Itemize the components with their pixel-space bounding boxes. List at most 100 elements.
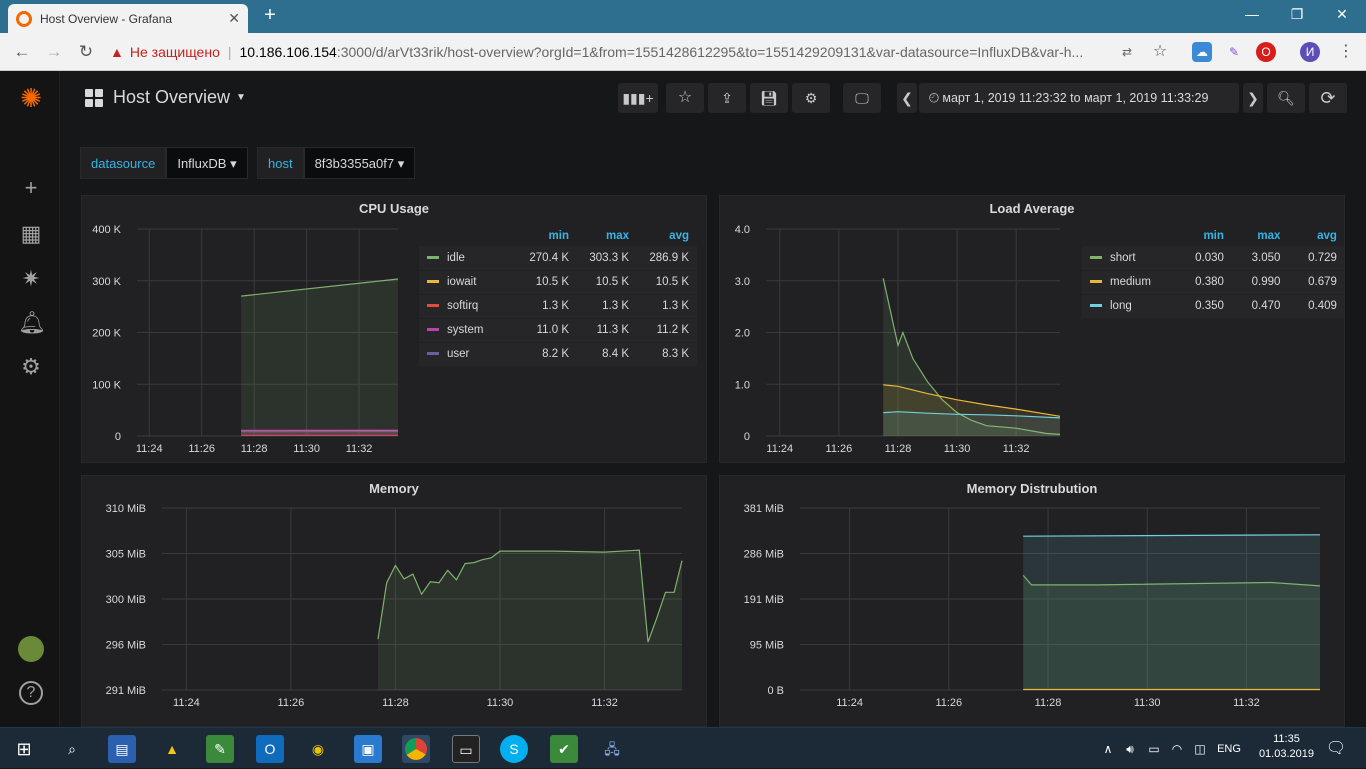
- memory-panel[interactable]: Memory 310 MiB305 MiB300 MiB296 MiB291 M…: [81, 475, 707, 727]
- maximize-button[interactable]: ❐: [1282, 6, 1312, 23]
- legend-max-value: 0.470: [1224, 294, 1281, 318]
- legend-series-name[interactable]: user: [419, 342, 509, 366]
- dashboard-title-picker[interactable]: Host Overview ▼: [85, 87, 246, 108]
- outlook-icon[interactable]: O: [256, 735, 284, 763]
- network-icon[interactable]: ◫: [1186, 735, 1214, 763]
- search-icon[interactable]: ⌕: [58, 735, 86, 763]
- cpu-usage-panel[interactable]: CPU Usage 400 K300 K200 K100 K011:2411:2…: [81, 195, 707, 463]
- add-panel-button[interactable]: ▮▮▮+: [618, 83, 658, 113]
- save-button[interactable]: 💾︎: [750, 83, 788, 113]
- notepad-app-icon[interactable]: ✎: [206, 735, 234, 763]
- tab-title: Host Overview - Grafana: [40, 12, 228, 26]
- system-clock[interactable]: 11:35 01.03.2019: [1259, 732, 1314, 762]
- legend-header-avg[interactable]: avg: [629, 226, 689, 246]
- skype-icon[interactable]: S: [500, 735, 528, 763]
- star-dashboard-button[interactable]: ☆: [666, 83, 704, 113]
- explorer-icon[interactable]: ▣: [354, 735, 382, 763]
- legend-series-name[interactable]: softirq: [419, 294, 509, 318]
- time-forward-button[interactable]: ❯: [1243, 83, 1263, 113]
- url-input[interactable]: ▲ Не защищено | 10.186.106.154 :3000/d/a…: [110, 37, 1180, 67]
- pen-extension-icon[interactable]: ✎: [1224, 42, 1244, 62]
- time-back-button[interactable]: ❮: [897, 83, 917, 113]
- refresh-button[interactable]: ⟳: [1309, 83, 1347, 113]
- url-path: :3000/d/arVt33rik/host-overview?orgId=1&…: [337, 44, 1083, 60]
- create-icon[interactable]: +: [18, 175, 44, 201]
- legend-series-name[interactable]: system: [419, 318, 509, 342]
- profile-avatar[interactable]: И: [1300, 42, 1320, 62]
- new-tab-button[interactable]: +: [258, 4, 282, 27]
- legend-header-min[interactable]: min: [1167, 226, 1224, 246]
- settings-button[interactable]: ⚙: [792, 83, 830, 113]
- app-icon[interactable]: ◉: [304, 735, 332, 763]
- terminal-icon[interactable]: ▭: [452, 735, 480, 763]
- caret-down-icon: ▼: [236, 92, 246, 103]
- tv-mode-button[interactable]: 🖵︎: [843, 83, 881, 113]
- memory-used-area: [378, 550, 682, 690]
- x-tick-label: 11:30: [944, 443, 971, 455]
- x-tick-label: 11:32: [346, 443, 373, 455]
- legend-min-value: 10.5 K: [509, 270, 569, 294]
- variable-value[interactable]: 8f3b3355a0f7 ▾: [304, 147, 416, 179]
- forward-icon[interactable]: →: [42, 42, 66, 62]
- opera-extension-icon[interactable]: O: [1256, 42, 1276, 62]
- legend-row[interactable]: user8.2 K8.4 K8.3 K: [419, 342, 697, 366]
- datasource-variable[interactable]: datasource InfluxDB ▾: [80, 147, 248, 179]
- yandex-disk-icon[interactable]: ▲: [158, 735, 186, 763]
- legend-header-max[interactable]: max: [569, 226, 629, 246]
- language-indicator[interactable]: ENG: [1212, 735, 1246, 763]
- back-icon[interactable]: ←: [10, 42, 34, 62]
- legend-series-name[interactable]: idle: [419, 246, 509, 270]
- minimize-button[interactable]: —: [1237, 6, 1267, 22]
- legend-row[interactable]: iowait10.5 K10.5 K10.5 K: [419, 270, 697, 294]
- legend-header-max[interactable]: max: [1224, 226, 1281, 246]
- x-tick-label: 11:24: [136, 443, 163, 455]
- explore-icon[interactable]: ✷: [18, 266, 44, 292]
- save-app-icon[interactable]: ▤: [108, 735, 136, 763]
- legend-avg-value: 8.3 K: [629, 342, 689, 366]
- menu-icon[interactable]: ⋮: [1336, 42, 1356, 62]
- legend-row[interactable]: long0.3500.4700.409: [1082, 294, 1344, 318]
- legend-swatch: [427, 256, 439, 259]
- legend-header-pad: [1337, 226, 1344, 246]
- alerting-bell-icon[interactable]: 🔔︎: [18, 310, 44, 336]
- time-range-picker[interactable]: 🕘︎ март 1, 2019 11:23:32 to март 1, 2019…: [919, 83, 1239, 113]
- user-avatar[interactable]: [18, 636, 44, 662]
- legend-row[interactable]: system11.0 K11.3 K11.2 K: [419, 318, 697, 342]
- close-tab-icon[interactable]: ✕: [228, 10, 240, 27]
- legend-header-min[interactable]: min: [509, 226, 569, 246]
- legend-pad: [1337, 294, 1344, 318]
- legend-series-name[interactable]: long: [1082, 294, 1167, 318]
- load-average-panel[interactable]: Load Average 4.03.02.01.0011:2411:2611:2…: [719, 195, 1345, 463]
- legend-series-name[interactable]: medium: [1082, 270, 1167, 294]
- browser-tab[interactable]: Host Overview - Grafana ✕: [8, 4, 248, 33]
- warning-icon: ▲: [110, 44, 124, 60]
- host-variable[interactable]: host 8f3b3355a0f7 ▾: [257, 147, 415, 179]
- variable-value[interactable]: InfluxDB ▾: [166, 147, 247, 179]
- reload-icon[interactable]: ↻: [74, 42, 98, 62]
- windows-start-icon[interactable]: ⊞: [10, 735, 38, 763]
- extension-icon[interactable]: ☁: [1192, 42, 1212, 62]
- legend-row[interactable]: medium0.3800.9900.679: [1082, 270, 1344, 294]
- translate-icon[interactable]: ⇄: [1117, 42, 1137, 62]
- share-button[interactable]: ⇪: [708, 83, 746, 113]
- memory-distribution-panel[interactable]: Memory Distrubution 381 MiB286 MiB191 Mi…: [719, 475, 1345, 727]
- legend-header-avg[interactable]: avg: [1280, 226, 1337, 246]
- chrome-icon[interactable]: [402, 735, 430, 763]
- grafana-logo-icon[interactable]: ✺: [18, 85, 44, 111]
- editor-icon[interactable]: ✔: [550, 735, 578, 763]
- help-icon[interactable]: ?: [19, 681, 43, 705]
- grafana-favicon-icon: [16, 11, 32, 27]
- legend-row[interactable]: idle270.4 K303.3 K286.9 K: [419, 246, 697, 270]
- legend-series-name[interactable]: iowait: [419, 270, 509, 294]
- x-tick-label: 11:26: [188, 443, 215, 455]
- network-app-icon[interactable]: 🖧︎: [598, 735, 626, 763]
- bookmark-star-icon[interactable]: ☆: [1150, 42, 1170, 62]
- notifications-icon[interactable]: 🗨︎: [1322, 735, 1350, 763]
- configuration-gear-icon[interactable]: ⚙: [18, 354, 44, 380]
- dashboards-icon[interactable]: ▦: [18, 221, 44, 247]
- legend-row[interactable]: softirq1.3 K1.3 K1.3 K: [419, 294, 697, 318]
- zoom-out-button[interactable]: 🔍︎: [1267, 83, 1305, 113]
- legend-series-name[interactable]: short: [1082, 246, 1167, 270]
- close-window-button[interactable]: ✕: [1327, 6, 1357, 23]
- legend-row[interactable]: short0.0303.0500.729: [1082, 246, 1344, 270]
